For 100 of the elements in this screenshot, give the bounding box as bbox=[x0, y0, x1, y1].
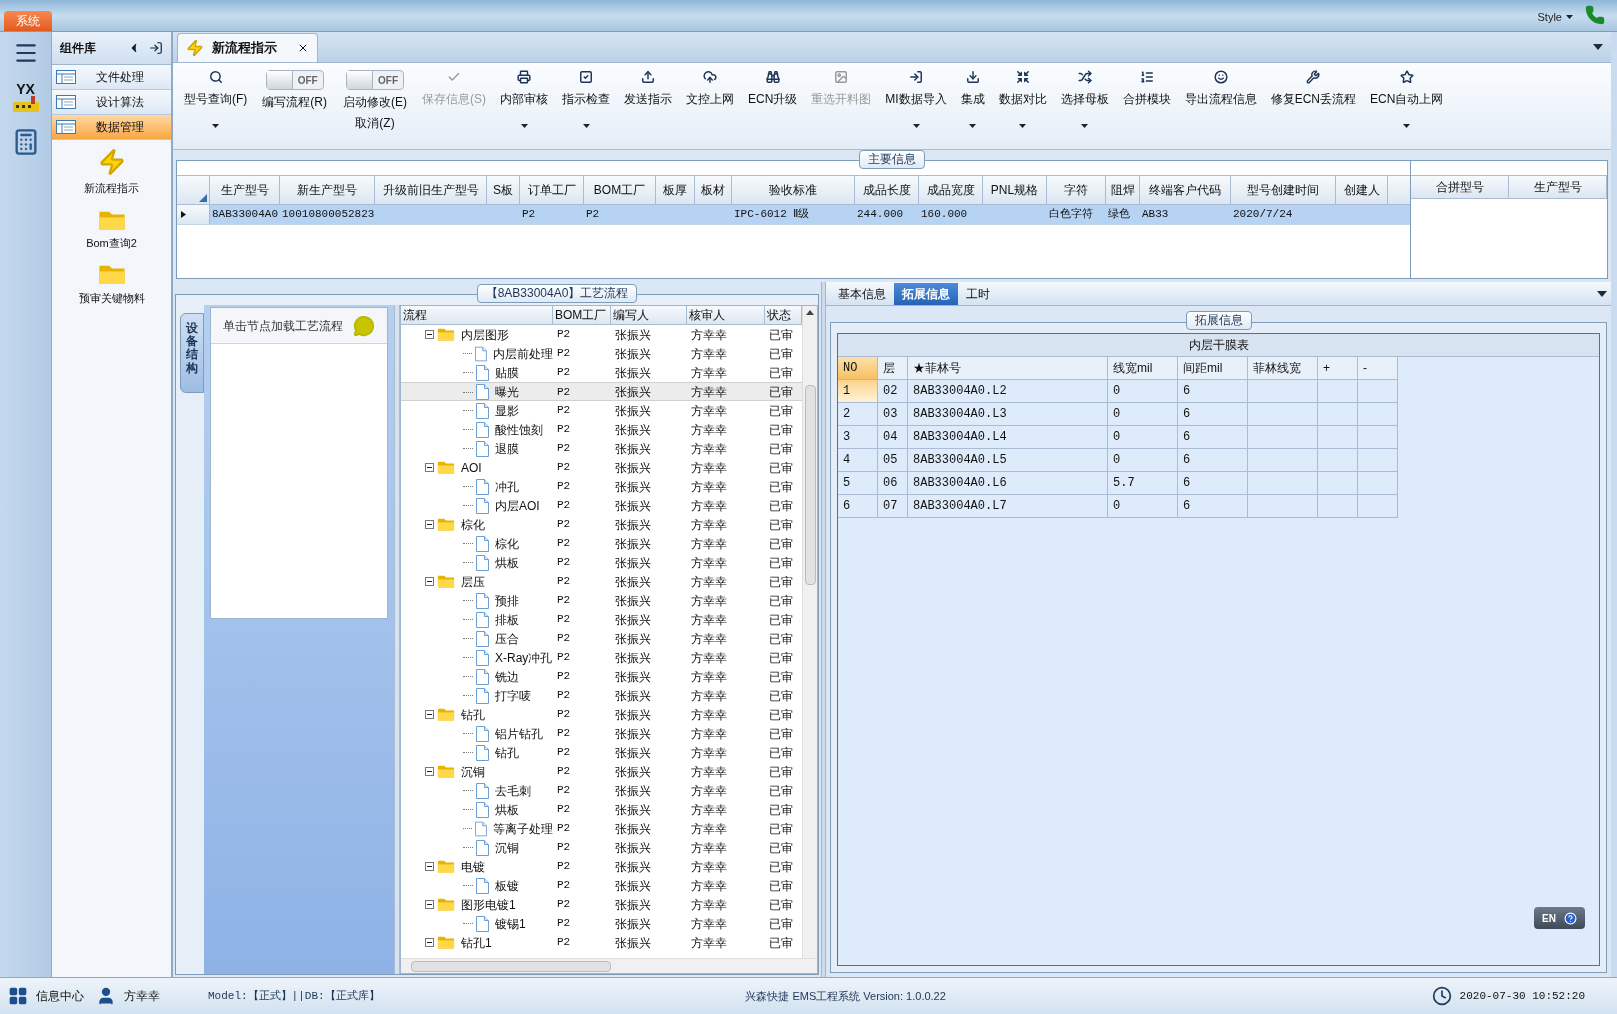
column-header[interactable]: 成品长度 bbox=[855, 176, 919, 204]
column-header[interactable]: 生产型号 bbox=[1509, 176, 1607, 198]
tree-row[interactable]: 铝片钻孔 P2 张振兴 方幸幸 已审 bbox=[401, 724, 802, 743]
column-header[interactable]: S板 bbox=[487, 176, 520, 204]
column-header[interactable]: 菲林线宽 bbox=[1248, 357, 1318, 380]
vertical-tab[interactable]: 设备结构 bbox=[180, 313, 204, 393]
tree-row[interactable]: 打字唛 P2 张振兴 方幸幸 已审 bbox=[401, 686, 802, 705]
column-header[interactable]: - bbox=[1358, 357, 1398, 380]
column-header[interactable]: 升级前旧生产型号 bbox=[375, 176, 487, 204]
collapse-icon[interactable] bbox=[425, 900, 434, 909]
collapse-icon[interactable] bbox=[425, 767, 434, 776]
tree-row[interactable]: 棕化 P2 张振兴 方幸幸 已审 bbox=[401, 515, 802, 534]
row-number[interactable]: 2 bbox=[838, 403, 878, 426]
shortcut[interactable]: 预审关键物料 bbox=[78, 263, 145, 307]
row-number[interactable]: 1 bbox=[838, 380, 878, 403]
factory-logo[interactable]: YX bbox=[10, 82, 41, 112]
scroll-thumb[interactable] bbox=[411, 960, 611, 972]
toolbar-button[interactable]: ECN升级 bbox=[741, 67, 805, 133]
column-header[interactable]: 阻焊 bbox=[1106, 176, 1140, 204]
tab[interactable]: 基本信息 bbox=[830, 283, 894, 305]
column-header[interactable]: + bbox=[1318, 357, 1358, 380]
tree-row[interactable]: 镀锡1 P2 张振兴 方幸幸 已审 bbox=[401, 914, 802, 933]
column-header[interactable]: 订单工厂 bbox=[520, 176, 584, 204]
tree-row[interactable]: 钻孔 P2 张振兴 方幸幸 已审 bbox=[401, 743, 802, 762]
column-header[interactable]: 合拼型号 bbox=[1411, 176, 1509, 198]
row-number[interactable]: 6 bbox=[838, 495, 878, 518]
tree-row[interactable]: 图形电镀1 P2 张振兴 方幸幸 已审 bbox=[401, 895, 802, 914]
tree-row[interactable]: 铣边 P2 张振兴 方幸幸 已审 bbox=[401, 667, 802, 686]
tree-row[interactable]: 烘板 P2 张振兴 方幸幸 已审 bbox=[401, 800, 802, 819]
tree-row[interactable]: 钻孔1 P2 张振兴 方幸幸 已审 bbox=[401, 933, 802, 952]
tree-row[interactable]: 烘板 P2 张振兴 方幸幸 已审 bbox=[401, 553, 802, 572]
row-indicator[interactable] bbox=[177, 205, 210, 224]
toolbar-button[interactable]: 合拼模块 bbox=[1115, 67, 1178, 133]
collapse-icon[interactable] bbox=[425, 862, 434, 871]
tree-row[interactable]: 压合 P2 张振兴 方幸幸 已审 bbox=[401, 629, 802, 648]
tree-row[interactable]: X-Ray冲孔 P2 张振兴 方幸幸 已审 bbox=[401, 648, 802, 667]
tree-row[interactable]: 等离子处理 P2 张振兴 方幸幸 已审 bbox=[401, 819, 802, 838]
tree-row[interactable]: 沉铜 P2 张振兴 方幸幸 已审 bbox=[401, 838, 802, 857]
tab[interactable]: 工时 bbox=[958, 283, 998, 305]
toolbar-button[interactable]: 选择母板 bbox=[1053, 67, 1116, 133]
column-header[interactable]: 创建人 bbox=[1336, 176, 1388, 204]
nav-item[interactable]: 数据管理 bbox=[52, 115, 171, 140]
toggle-switch[interactable]: OFF bbox=[346, 70, 404, 90]
tree-row[interactable]: 内层AOI P2 张振兴 方幸幸 已审 bbox=[401, 496, 802, 515]
column-header[interactable]: 生产型号 bbox=[210, 176, 280, 204]
column-header[interactable]: 字符 bbox=[1047, 176, 1106, 204]
toggle-switch[interactable]: OFF bbox=[265, 70, 324, 90]
dropdown-icon[interactable] bbox=[1597, 291, 1607, 297]
column-header[interactable]: 线宽mil bbox=[1108, 357, 1178, 380]
column-header[interactable]: 层 bbox=[878, 357, 908, 380]
input-method-bar[interactable]: EN bbox=[1534, 907, 1585, 929]
column-header[interactable]: 终端客户代码 bbox=[1140, 176, 1231, 204]
column-header[interactable]: ★菲林号 bbox=[908, 357, 1108, 380]
column-header[interactable]: 板厚 bbox=[656, 176, 695, 204]
column-header[interactable]: 编写人 bbox=[611, 306, 687, 324]
tree-row[interactable]: 贴膜 P2 张振兴 方幸幸 已审 bbox=[401, 363, 802, 382]
toolbar-button[interactable]: 文控上网 bbox=[679, 67, 741, 133]
collapse-icon[interactable] bbox=[425, 938, 434, 947]
style-menu[interactable]: Style bbox=[1537, 8, 1573, 26]
scroll-thumb[interactable] bbox=[804, 385, 816, 585]
column-header[interactable]: 型号创建时间 bbox=[1231, 176, 1336, 204]
help-icon[interactable] bbox=[1564, 911, 1577, 925]
collapse-icon[interactable] bbox=[425, 710, 434, 719]
tree-row[interactable]: 冲孔 P2 张振兴 方幸幸 已审 bbox=[401, 477, 802, 496]
toolbar-button[interactable]: 型号查询(F) bbox=[177, 67, 255, 133]
toolbar-button[interactable]: ECN自动上网 bbox=[1363, 67, 1451, 133]
column-header[interactable]: 板材 bbox=[695, 176, 732, 204]
column-header[interactable]: 成品宽度 bbox=[919, 176, 983, 204]
tree-row[interactable]: 沉铜 P2 张振兴 方幸幸 已审 bbox=[401, 762, 802, 781]
tree-row[interactable]: 退膜 P2 张振兴 方幸幸 已审 bbox=[401, 439, 802, 458]
close-icon[interactable] bbox=[297, 42, 309, 54]
tab[interactable]: 拓展信息 bbox=[894, 283, 958, 305]
vertical-scrollbar[interactable] bbox=[802, 306, 817, 958]
toolbar-button[interactable]: 修复ECN丢流程 bbox=[1263, 67, 1364, 133]
column-header[interactable]: BOM工厂 bbox=[553, 306, 611, 324]
column-header[interactable]: 流程 bbox=[401, 306, 553, 324]
grid-icon[interactable] bbox=[8, 986, 28, 1006]
collapse-icon[interactable] bbox=[425, 577, 434, 586]
collapse-icon[interactable] bbox=[425, 463, 434, 472]
tree-row[interactable]: 曝光 P2 张振兴 方幸幸 已审 bbox=[401, 382, 802, 401]
tree-row[interactable]: 内层图形 P2 张振兴 方幸幸 已审 bbox=[401, 325, 802, 344]
column-header[interactable]: BOM工厂 bbox=[584, 176, 656, 204]
tree-row[interactable]: 电镀 P2 张振兴 方幸幸 已审 bbox=[401, 857, 802, 876]
tree-row[interactable]: 去毛刺 P2 张振兴 方幸幸 已审 bbox=[401, 781, 802, 800]
tree-row[interactable]: 排板 P2 张振兴 方幸幸 已审 bbox=[401, 610, 802, 629]
document-tab[interactable]: 新流程指示 bbox=[177, 33, 318, 62]
horizontal-scrollbar[interactable] bbox=[401, 958, 817, 973]
column-header[interactable]: 间距mil bbox=[1178, 357, 1248, 380]
tree-row[interactable]: 板镀 P2 张振兴 方幸幸 已审 bbox=[401, 876, 802, 895]
toolbar-button[interactable]: 指示检查 bbox=[555, 67, 617, 133]
toolbar-button[interactable]: 内部审核 bbox=[493, 67, 555, 133]
tree-row[interactable]: 棕化 P2 张振兴 方幸幸 已审 bbox=[401, 534, 802, 553]
column-header[interactable]: 验收标准 bbox=[732, 176, 855, 204]
row-number[interactable]: 5 bbox=[838, 472, 878, 495]
column-header[interactable]: 核审人 bbox=[687, 306, 765, 324]
toolbar-button[interactable]: 发送指示 bbox=[617, 67, 679, 133]
tree-row[interactable]: 显影 P2 张振兴 方幸幸 已审 bbox=[401, 401, 802, 420]
row-number[interactable]: 4 bbox=[838, 449, 878, 472]
column-header[interactable]: 新生产型号 bbox=[280, 176, 375, 204]
shortcut[interactable]: Bom查询2 bbox=[86, 208, 137, 252]
